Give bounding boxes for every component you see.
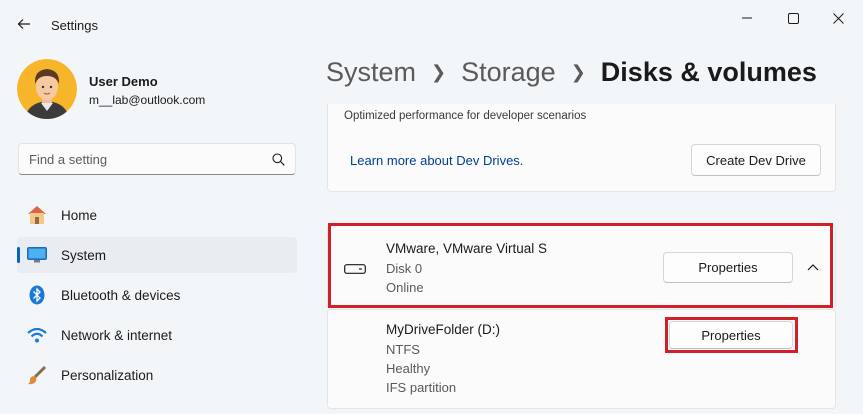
user-name: User Demo [89,74,158,89]
back-button[interactable] [10,10,38,38]
avatar[interactable] [17,59,77,119]
create-dev-drive-button[interactable]: Create Dev Drive [691,144,821,176]
dev-drive-learn-more-link[interactable]: Learn more about Dev Drives. [350,153,523,168]
minimize-button[interactable] [727,6,767,30]
sidebar-item-personalization[interactable]: Personalization [17,357,297,393]
back-arrow-icon [17,19,30,29]
volume-name: MyDriveFolder (D:) [386,322,501,337]
close-icon [832,12,844,24]
volume-filesystem: NTFS [386,342,420,357]
user-email: m__lab@outlook.com [89,93,206,107]
volume-highlight-box [665,317,798,353]
breadcrumb-system[interactable]: System [326,57,416,88]
breadcrumb: System ❯ Storage ❯ Disks & volumes [326,57,817,88]
sidebar-item-label: Home [61,207,98,223]
maximize-button[interactable] [773,6,813,30]
sidebar-item-bluetooth[interactable]: Bluetooth & devices [17,277,297,313]
system-icon [26,244,48,266]
sidebar-item-label: Bluetooth & devices [61,287,181,303]
sidebar-item-label: Network & internet [61,327,173,343]
disk-highlight-box [328,223,833,308]
chevron-right-icon: ❯ [570,62,586,82]
volume-type: IFS partition [386,380,457,395]
sidebar-item-system[interactable]: System [17,237,297,273]
volume-health: Healthy [386,361,431,376]
chevron-right-icon: ❯ [431,62,447,82]
breadcrumb-storage[interactable]: Storage [461,57,556,88]
dev-drive-description: Optimized performance for developer scen… [344,110,587,122]
maximize-icon [787,12,799,24]
sidebar-item-home[interactable]: Home [17,197,297,233]
brush-icon [26,364,48,386]
search-icon[interactable] [272,152,285,166]
close-button[interactable] [818,6,858,30]
sidebar-item-label: Personalization [61,367,154,383]
wifi-icon [26,324,48,346]
app-title: Settings [51,18,98,33]
home-icon [26,204,48,226]
sidebar-item-network[interactable]: Network & internet [17,317,297,353]
page-title: Disks & volumes [600,57,817,87]
bluetooth-icon [26,284,48,306]
sidebar-item-label: System [61,247,107,263]
active-indicator [17,247,20,263]
search-box[interactable] [18,143,296,175]
minimize-icon [742,17,752,19]
search-input[interactable] [29,151,249,167]
